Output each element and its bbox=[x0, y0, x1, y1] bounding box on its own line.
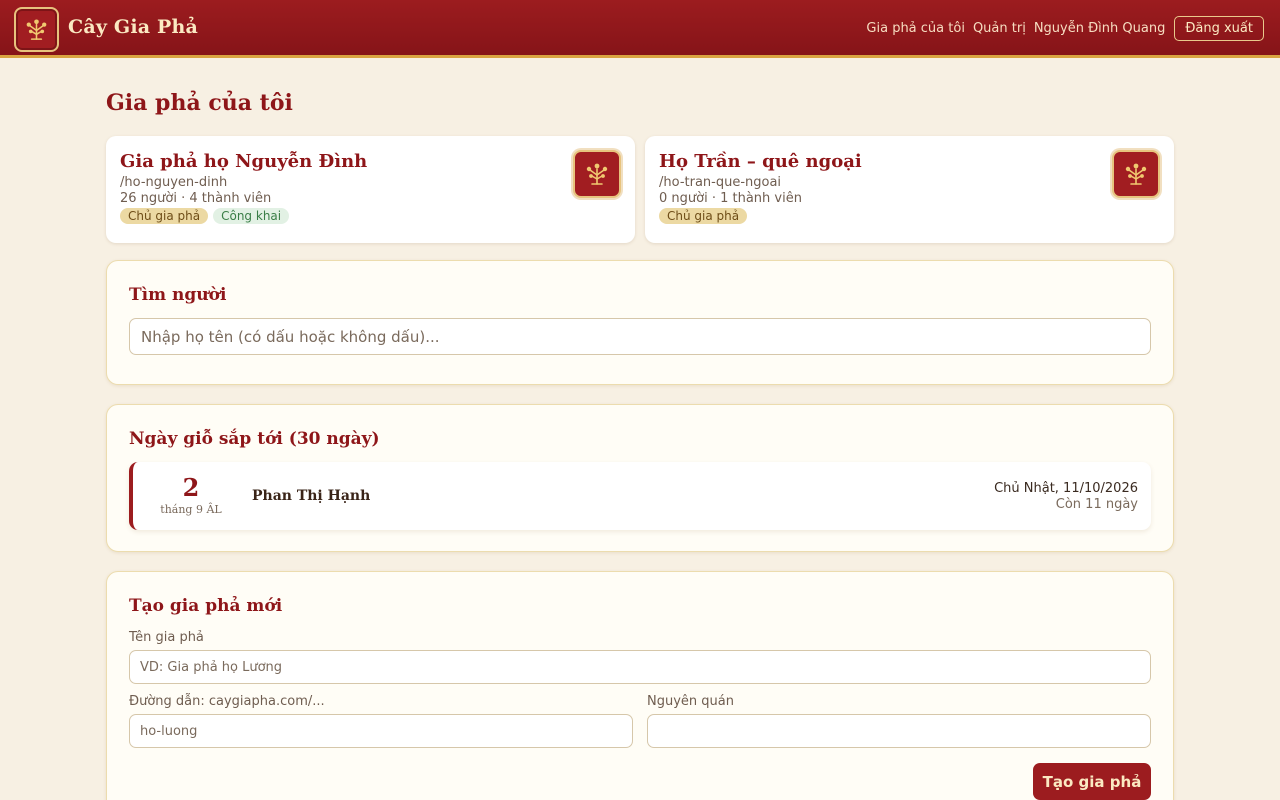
tree-name[interactable]: Họ Trần – quê ngoại bbox=[659, 151, 862, 172]
tree-name[interactable]: Gia phả họ Nguyễn Đình bbox=[120, 151, 367, 172]
search-panel: Tìm người bbox=[106, 260, 1174, 385]
nav-my-trees[interactable]: Gia phả của tôi bbox=[866, 21, 965, 36]
owner-badge: Chủ gia phả bbox=[659, 208, 748, 224]
slug-label: Đường dẫn: caygiapha.com/... bbox=[129, 694, 325, 709]
deceased-name[interactable]: Phan Thị Hạnh bbox=[252, 488, 370, 504]
create-tree-button[interactable]: Tạo gia phả bbox=[1033, 763, 1151, 800]
family-tree-icon[interactable] bbox=[14, 7, 59, 52]
solar-date: Chủ Nhật, 11/10/2026 bbox=[994, 481, 1138, 496]
origin-input[interactable] bbox=[647, 714, 1151, 748]
tree-card[interactable]: Họ Trần – quê ngoại /ho-tran-que-ngoai 0… bbox=[645, 136, 1174, 243]
lunar-day: 2 bbox=[182, 473, 200, 502]
anniversaries-title: Ngày giỗ sắp tới (30 ngày) bbox=[129, 429, 380, 449]
origin-label: Nguyên quán bbox=[647, 694, 734, 709]
tree-badges: Chủ gia phả Công khai bbox=[120, 208, 290, 224]
nav-user-name[interactable]: Nguyễn Đình Quang bbox=[1034, 21, 1166, 36]
person-search-input[interactable] bbox=[129, 318, 1151, 355]
brand-title[interactable]: Cây Gia Phả bbox=[68, 16, 198, 38]
public-badge: Công khai bbox=[213, 208, 290, 224]
anniversaries-panel: Ngày giỗ sắp tới (30 ngày) 2 tháng 9 ÂL … bbox=[106, 404, 1174, 552]
top-nav: Gia phả của tôi Quản trị Nguyễn Đình Qua… bbox=[866, 16, 1264, 41]
tree-name-input[interactable] bbox=[129, 650, 1151, 684]
create-title: Tạo gia phả mới bbox=[129, 596, 283, 616]
owner-badge: Chủ gia phả bbox=[120, 208, 209, 224]
create-tree-panel: Tạo gia phả mới Tên gia phả Đường dẫn: c… bbox=[106, 571, 1174, 800]
app-header: Cây Gia Phả Gia phả của tôi Quản trị Ngu… bbox=[0, 0, 1280, 58]
logout-button[interactable]: Đăng xuất bbox=[1174, 16, 1264, 41]
tree-slug: /ho-tran-que-ngoai bbox=[659, 175, 782, 190]
tree-name-label: Tên gia phả bbox=[129, 630, 204, 645]
family-tree-icon bbox=[1112, 150, 1160, 198]
tree-badges: Chủ gia phả bbox=[659, 208, 748, 224]
nav-admin[interactable]: Quản trị bbox=[973, 21, 1026, 36]
anniversary-item[interactable]: 2 tháng 9 ÂL Phan Thị Hạnh Chủ Nhật, 11/… bbox=[129, 462, 1151, 530]
lunar-month: tháng 9 ÂL bbox=[160, 503, 222, 516]
slug-input[interactable] bbox=[129, 714, 633, 748]
tree-stats: 26 người · 4 thành viên bbox=[120, 191, 272, 206]
tree-slug: /ho-nguyen-dinh bbox=[120, 175, 228, 190]
page-title: Gia phả của tôi bbox=[106, 90, 293, 116]
tree-card[interactable]: Gia phả họ Nguyễn Đình /ho-nguyen-dinh 2… bbox=[106, 136, 635, 243]
family-tree-icon bbox=[573, 150, 621, 198]
tree-stats: 0 người · 1 thành viên bbox=[659, 191, 802, 206]
search-title: Tìm người bbox=[129, 285, 227, 305]
days-remaining: Còn 11 ngày bbox=[1055, 497, 1138, 512]
